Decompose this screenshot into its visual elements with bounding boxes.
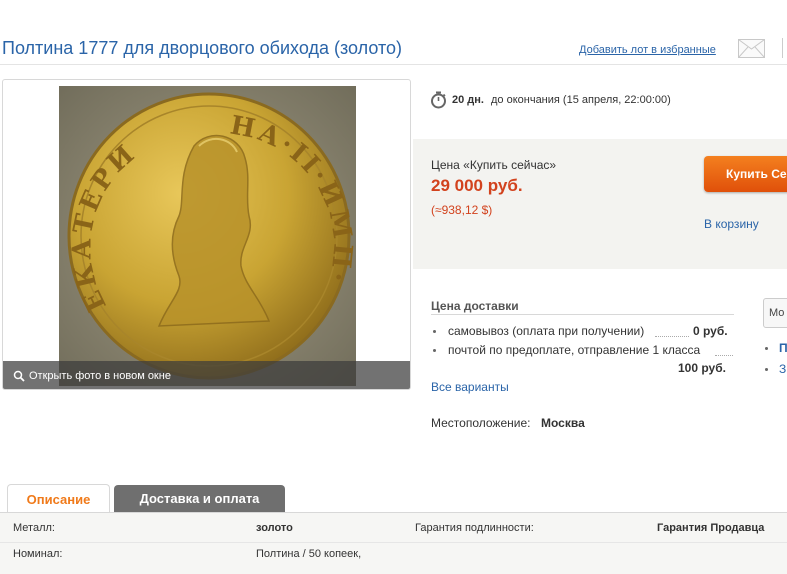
attribute-value: Полтина / 50 копеек,: [256, 548, 362, 560]
tab-description-label: Описание: [26, 492, 91, 507]
attribute-name: Гарантия подлинности:: [415, 522, 534, 534]
attribute-name: Металл:: [13, 522, 55, 534]
buy-now-price: 29 000 руб.: [431, 176, 523, 195]
attribute-value: Гарантия Продавца: [657, 522, 765, 534]
bullet-icon: [433, 349, 436, 352]
buy-now-price-usd: (≈938,12 $): [431, 203, 493, 217]
add-to-cart-link[interactable]: В корзину: [704, 217, 759, 231]
all-delivery-variants-link[interactable]: Все варианты: [431, 380, 509, 394]
location-value: Москва: [541, 416, 585, 430]
delivery-option-price: 100 руб.: [678, 361, 726, 375]
side-link[interactable]: П: [779, 341, 787, 355]
delivery-option-label: почтой по предоплате, отправление 1 клас…: [448, 343, 701, 357]
attribute-value: золото: [256, 522, 293, 534]
delivery-price-title: Цена доставки: [431, 299, 519, 313]
attribute-name: Номинал:: [13, 548, 63, 560]
header-divider: [782, 38, 787, 58]
bullet-icon: [433, 330, 436, 333]
magnifier-icon: [13, 370, 25, 382]
coin-photo[interactable]: ЕКАТЕРИ НА·II·ИМП·: [59, 86, 356, 386]
buy-now-button-label: Купить Сейчас: [726, 167, 787, 181]
stopwatch-icon: [431, 91, 446, 109]
bullet-icon: [765, 368, 768, 371]
side-action-button[interactable]: Мо: [763, 298, 787, 328]
dotted-leader: [715, 354, 733, 356]
envelope-icon[interactable]: [738, 39, 765, 58]
dotted-leader: [655, 335, 689, 337]
tab-delivery-payment[interactable]: Доставка и оплата: [114, 485, 285, 512]
location-label: Местоположение:: [431, 416, 531, 430]
coin-image: ЕКАТЕРИ НА·II·ИМП·: [59, 86, 356, 386]
buy-now-button[interactable]: Купить Сейчас: [704, 156, 787, 192]
side-action-button-label: Мо: [769, 307, 785, 319]
page-title: Полтина 1777 для дворцового обихода (зол…: [2, 38, 402, 58]
tab-delivery-payment-label: Доставка и оплата: [139, 491, 260, 506]
bullet-icon: [765, 347, 768, 350]
open-photo-new-window-link[interactable]: Открыть фото в новом окне: [29, 370, 171, 382]
time-left-days: 20 дн.: [452, 94, 484, 106]
header-divider-line: [0, 64, 787, 65]
add-to-favorites-link[interactable]: Добавить лот в избранные: [579, 44, 716, 56]
tab-description[interactable]: Описание: [7, 484, 110, 513]
delivery-title-underline: [431, 314, 734, 315]
delivery-option-price: 0 руб.: [693, 324, 728, 338]
side-link[interactable]: З: [779, 362, 786, 376]
buy-now-price-label: Цена «Купить сейчас»: [431, 158, 557, 172]
time-left-detail: до окончания (15 апреля, 22:00:00): [491, 94, 671, 106]
table-row-divider: [0, 542, 787, 543]
photo-gallery[interactable]: ЕКАТЕРИ НА·II·ИМП· Открыть фото в новом …: [2, 79, 411, 390]
delivery-option-label: самовывоз (оплата при получении): [448, 324, 645, 338]
